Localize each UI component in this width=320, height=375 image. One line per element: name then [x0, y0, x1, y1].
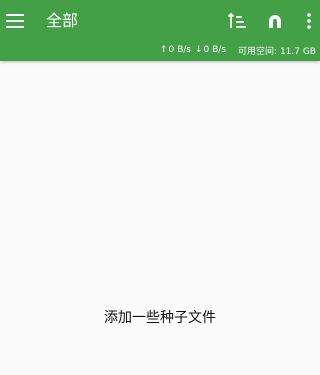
empty-state-message: 添加一些种子文件 — [104, 310, 216, 326]
more-vert-icon — [307, 13, 311, 29]
menu-button[interactable] — [3, 9, 27, 33]
more-options-button[interactable] — [297, 9, 320, 33]
menu-icon — [6, 14, 24, 28]
available-space-label: 可用空间: — [238, 46, 278, 57]
available-space-value: 11.7 GB — [279, 46, 316, 57]
magnet-button[interactable] — [263, 9, 287, 33]
upload-speed-value: 0 B/s — [168, 45, 191, 55]
app-root: 全部 ↑ 0 B/s ↓ 0 B/s 可用空间: 11.7 GB 添加一些种子文… — [0, 0, 320, 375]
available-space: 可用空间: 11.7 GB — [238, 44, 316, 57]
sort-icon — [228, 12, 246, 28]
download-speed: ↓ 0 B/s — [195, 45, 226, 55]
sort-button[interactable] — [226, 9, 250, 33]
status-bar: ↑ 0 B/s ↓ 0 B/s 可用空间: 11.7 GB — [0, 42, 316, 58]
magnet-icon — [269, 15, 281, 28]
download-speed-value: 0 B/s — [203, 45, 227, 55]
download-arrow-icon: ↓ — [194, 45, 203, 55]
page-title: 全部 — [46, 11, 79, 30]
upload-arrow-icon: ↑ — [159, 45, 168, 55]
toolbar-row: 全部 — [0, 0, 320, 42]
upload-speed: ↑ 0 B/s — [160, 45, 191, 55]
top-app-bar: 全部 ↑ 0 B/s ↓ 0 B/s 可用空间: 11.7 GB — [0, 0, 320, 61]
